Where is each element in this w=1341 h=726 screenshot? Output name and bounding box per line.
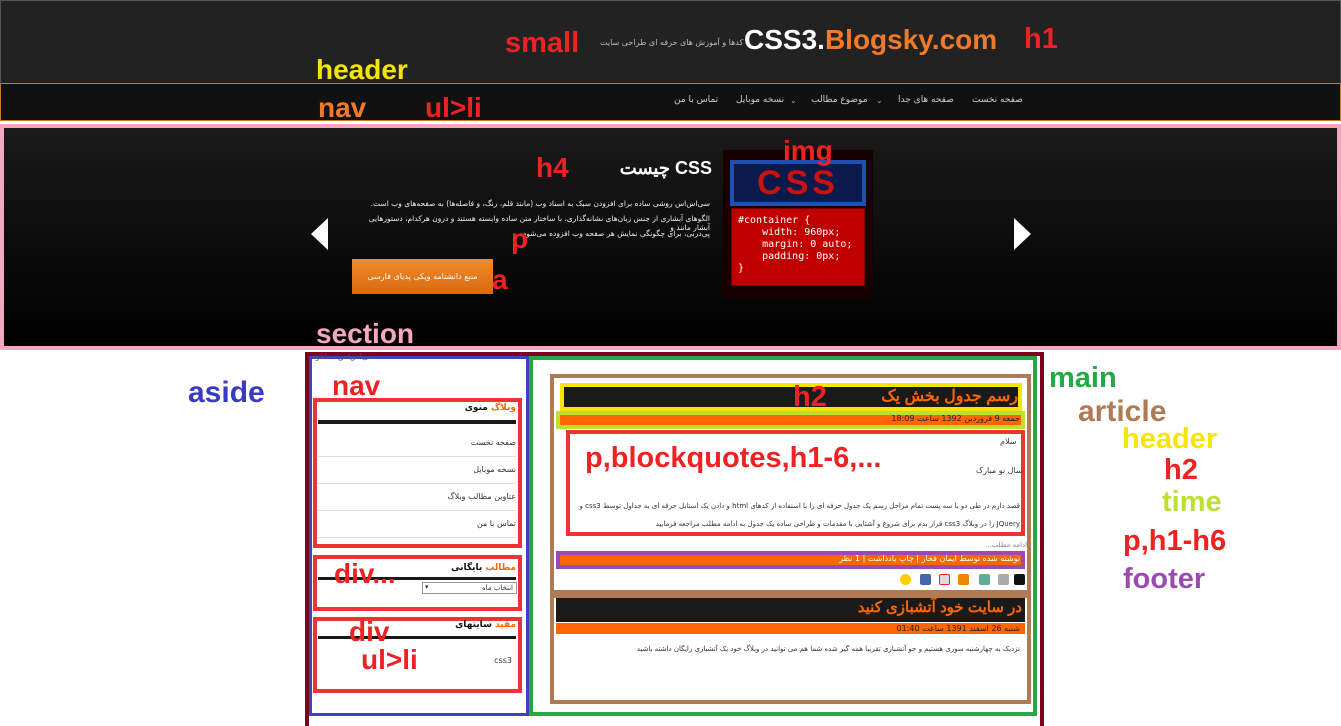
- post-title[interactable]: در سایت خود آتشبازی کنید: [700, 598, 1022, 616]
- label-div1: div...: [334, 558, 396, 589]
- nav-item-contact[interactable]: تماس با من: [674, 95, 718, 105]
- sidebar-top-text: سی‌اس‌اس · دانلود: [312, 352, 376, 361]
- post-time: شنبه 26 اسفند 1391 ساعت 01:40: [896, 624, 1020, 633]
- hero-title: CSS چیست: [619, 158, 712, 178]
- label-small: small: [505, 27, 580, 59]
- post-paragraph: قصد دارم در طی دو یا سه پست تمام مراحل ر…: [575, 497, 1020, 533]
- sidebar-menu-title: وبلاگ منوی: [464, 403, 516, 413]
- post-line: سال نو مبارک: [976, 466, 1023, 475]
- post-paragraph: نزدیک به چهارشنبه سوری هستیم و جو آتشباز…: [636, 645, 1020, 653]
- sidebar-item-contact[interactable]: تماس با من: [318, 519, 516, 538]
- share-icon[interactable]: [958, 574, 969, 585]
- label-h2: h2: [793, 381, 827, 413]
- archive-title: مطالب بایگانی: [450, 563, 516, 573]
- hero-paragraph: سی‌اس‌اس روشی ساده برای افزودن سبک به اس…: [370, 199, 710, 208]
- nav-item-pages[interactable]: صفحه های جدا: [898, 95, 954, 105]
- email-icon[interactable]: [979, 574, 990, 585]
- next-arrow-icon[interactable]: [1014, 218, 1031, 250]
- label-pblock: p,blockquotes,h1-6,...: [585, 442, 882, 474]
- label-div2: div: [349, 616, 390, 647]
- rss-icon[interactable]: [1014, 574, 1025, 585]
- post-title[interactable]: رسم جدول بخش یک: [700, 386, 1018, 406]
- archive-select[interactable]: انتخاب ماه ▾: [422, 582, 517, 594]
- label-ulli: ul>li: [425, 92, 482, 123]
- chevron-down-icon[interactable]: ⌄: [790, 96, 797, 105]
- code-snippet: #container { width: 960px; margin: 0 aut…: [731, 208, 865, 286]
- prev-arrow-icon[interactable]: [311, 218, 328, 250]
- label-ulli2: ul>li: [361, 644, 418, 675]
- source-link-button[interactable]: منبع دانشنامه ویکی پدیای فارسی: [352, 259, 493, 294]
- label-a: a: [492, 264, 508, 295]
- post-time: جمعه 9 فروردین 1392 ساعت 18:09: [891, 414, 1020, 423]
- label-h4: h4: [536, 152, 569, 183]
- label-h1: h1: [1024, 23, 1058, 55]
- chevron-down-icon: ▾: [425, 583, 429, 591]
- nav-item-home[interactable]: صفحه نخست: [972, 95, 1023, 105]
- logo-css3: CSS3.: [744, 24, 825, 55]
- logo-blogsky: Blogsky.com: [824, 24, 998, 55]
- user-icon[interactable]: [920, 574, 931, 585]
- post-line: قصد دارم در طی دو یا سه پست تمام مراحل ر…: [579, 502, 1020, 510]
- label-p: p: [511, 223, 529, 254]
- label-footer: footer: [1123, 563, 1206, 595]
- read-more-link[interactable]: ادامه مطلب...: [985, 541, 1027, 549]
- label-aside: aside: [188, 376, 265, 409]
- label-nav: nav: [318, 92, 367, 123]
- label-main: main: [1049, 362, 1117, 394]
- star-icon[interactable]: [900, 574, 911, 585]
- chevron-down-icon[interactable]: ⌄: [876, 96, 883, 105]
- label-nav2: nav: [332, 370, 381, 401]
- sidebar-item-home[interactable]: صفحه نخست: [318, 438, 516, 457]
- divider: [318, 636, 516, 639]
- label-header2: header: [1122, 423, 1218, 455]
- links-item[interactable]: css3: [470, 656, 512, 665]
- sidebar-item-titles[interactable]: عناوین مطالب وبلاگ: [318, 492, 516, 511]
- logo[interactable]: CSS3.Blogsky.com: [744, 24, 997, 56]
- post-footer[interactable]: نوشته شده توسط ایمان فخار | چاپ یادداشت …: [700, 554, 1020, 563]
- site-tagline: کدها و آموزش های حرفه ای طراحی سایت: [600, 38, 744, 47]
- label-ph: p,h1-h6: [1123, 525, 1227, 557]
- label-time: time: [1162, 486, 1222, 518]
- post-line: JQuery را در وبلاگ css3 قرار بدم برای شر…: [655, 520, 1020, 528]
- archive-select-value: انتخاب ماه: [481, 584, 513, 592]
- nav-item-categories[interactable]: موضوع مطالب: [811, 95, 868, 105]
- nav-item-mobile[interactable]: نسخه موبایل: [736, 95, 784, 105]
- bookmark-icon[interactable]: [939, 574, 950, 585]
- css-logo-image: CSS: [730, 160, 866, 206]
- main-nav: [0, 84, 1341, 121]
- sidebar-item-mobile[interactable]: نسخه موبایل: [318, 465, 516, 484]
- links-title: مفید سایتهای: [455, 620, 516, 630]
- hero-paragraph: پی‌دربی، برای چگونگی نمایش هر صفحه وب اف…: [520, 229, 710, 238]
- label-img: img: [783, 135, 833, 166]
- label-header: header: [316, 54, 408, 85]
- label-h2b: h2: [1164, 454, 1198, 486]
- post-line: سلام: [1000, 437, 1017, 446]
- print-icon[interactable]: [998, 574, 1009, 585]
- label-section: section: [316, 318, 415, 349]
- divider: [318, 420, 516, 424]
